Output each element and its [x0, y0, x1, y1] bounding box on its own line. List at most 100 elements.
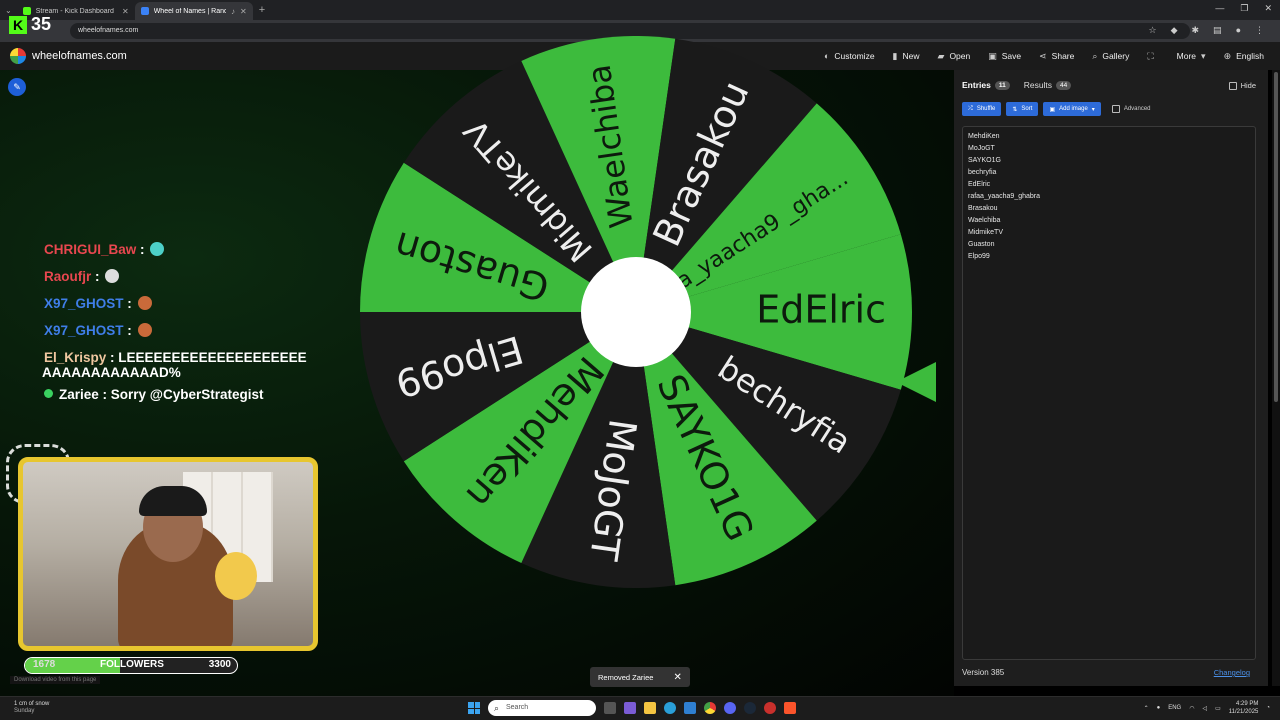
- mute-tab-icon[interactable]: ♪: [231, 7, 235, 16]
- chat-username[interactable]: Zariee: [59, 387, 99, 402]
- tab-search-icon[interactable]: ⌄: [0, 6, 17, 15]
- follower-current: 1678: [33, 659, 56, 670]
- minimize-icon[interactable]: —: [1215, 3, 1224, 14]
- kick-logo-icon: K: [9, 16, 27, 34]
- verified-check-icon: [44, 389, 53, 398]
- notification-bell-icon[interactable]: ◔: [1266, 705, 1270, 711]
- tab-title: Wheel of Names | Random: [153, 7, 226, 15]
- wheel-logo-icon[interactable]: [10, 48, 26, 64]
- file-explorer-icon[interactable]: [644, 702, 656, 714]
- menu-item-label: Save: [1001, 51, 1022, 61]
- advanced-label: Advanced: [1123, 106, 1151, 112]
- menu-item-save[interactable]: ▣ Save: [988, 51, 1021, 62]
- clock-date: 11/21/2025: [1228, 709, 1259, 715]
- tray-chevron-icon[interactable]: ⌃: [1144, 705, 1149, 712]
- lang-indicator[interactable]: ENG: [1168, 705, 1181, 711]
- volume-icon[interactable]: ◁: [1202, 705, 1207, 712]
- close-tab-icon[interactable]: ✕: [240, 7, 247, 16]
- tray-app-icon[interactable]: ●: [1157, 705, 1161, 711]
- steam-icon[interactable]: [744, 702, 756, 714]
- extensions-puzzle-icon[interactable]: ✱: [1192, 25, 1200, 36]
- entry-line[interactable]: Waelchiba: [968, 215, 1250, 227]
- save-icon: ▣: [988, 50, 997, 61]
- entry-line[interactable]: Elpo99: [968, 251, 1250, 263]
- scrollbar-thumb[interactable]: [1274, 72, 1278, 402]
- entry-line[interactable]: Guaston: [968, 239, 1250, 251]
- screen: ⌄ Stream - Kick Dashboard ✕ Wheel of Nam…: [0, 0, 1280, 720]
- chat-username[interactable]: El_Krispy: [44, 350, 106, 365]
- brave-icon[interactable]: [784, 702, 796, 714]
- close-window-icon[interactable]: ✕: [1264, 3, 1272, 14]
- window-controls: — ❐ ✕: [1215, 3, 1272, 14]
- chat-username[interactable]: Raoufjr: [44, 269, 91, 284]
- close-toast-icon[interactable]: ✕: [673, 672, 681, 683]
- sort-button[interactable]: ⇅ Sort: [1006, 102, 1039, 116]
- app-red-icon[interactable]: [764, 702, 776, 714]
- site-name[interactable]: wheelofnames.com: [32, 50, 127, 62]
- sidebar-icon[interactable]: ▤: [1213, 25, 1222, 36]
- globe-icon: ⊕: [1223, 50, 1232, 61]
- store-icon[interactable]: [684, 702, 696, 714]
- discord-icon[interactable]: [724, 702, 736, 714]
- new-tab-icon[interactable]: +: [259, 4, 265, 16]
- battery-icon[interactable]: ▭: [1215, 705, 1221, 712]
- follower-goal: 3300: [208, 659, 231, 670]
- entry-line[interactable]: Brasakou: [968, 203, 1250, 215]
- menu-item-gallery[interactable]: ⌕ Gallery: [1092, 51, 1129, 62]
- taskbar-apps: Search: [468, 700, 796, 716]
- start-windows-icon[interactable]: [468, 702, 480, 714]
- app-purple-icon[interactable]: [624, 702, 636, 714]
- edit-pencil-button[interactable]: ✎: [8, 78, 26, 96]
- page-scrollbar[interactable]: [1272, 70, 1280, 686]
- changelog-link[interactable]: Changelog: [1214, 668, 1250, 677]
- shuffle-button[interactable]: ⤮ Shuffle: [962, 102, 1002, 116]
- wheel-center-hub[interactable]: [581, 257, 691, 367]
- extension-icon[interactable]: ◆: [1171, 25, 1178, 36]
- tab-wheel-of-names[interactable]: Wheel of Names | Random ♪ ✕: [134, 2, 253, 20]
- maximize-icon[interactable]: ❐: [1240, 3, 1248, 14]
- task-view-icon[interactable]: [604, 702, 616, 714]
- system-tray: ⌃ ● ENG ◠ ◁ ▭ 4:29 PM 11/21/2025 ◔: [1144, 700, 1270, 716]
- tab-results[interactable]: Results 44: [1024, 80, 1072, 90]
- panel-tabs: Entries 11 Results 44: [962, 80, 1072, 90]
- entry-line[interactable]: EdElric: [968, 179, 1250, 191]
- menu-item-more[interactable]: More ▾: [1177, 51, 1206, 62]
- entry-line[interactable]: MehdiKen: [968, 131, 1250, 143]
- weather-widget[interactable]: 1 cm of snow Sunday: [14, 701, 49, 715]
- chat-username[interactable]: X97_GHOST: [44, 323, 124, 338]
- chrome-icon[interactable]: [704, 702, 716, 714]
- chat-text: Sorry @CyberStrategist: [110, 387, 264, 402]
- menu-item-open[interactable]: ▰ Open: [938, 51, 971, 62]
- bookmark-star-icon[interactable]: ☆: [1149, 25, 1157, 36]
- menu-item-english[interactable]: ⊕ English: [1224, 51, 1264, 62]
- profile-avatar-icon[interactable]: ●: [1236, 25, 1241, 36]
- entry-line[interactable]: MoJoGT: [968, 143, 1250, 155]
- browser-toolbar-icons: ☆ ◆ ✱ ▤ ● ⋮: [1149, 25, 1265, 36]
- browser-menu-icon[interactable]: ⋮: [1255, 25, 1264, 36]
- tab-entries[interactable]: Entries 11: [962, 80, 1010, 90]
- chat-message: X97_GHOST :: [44, 317, 344, 344]
- chat-username[interactable]: CHRIGUI_Baw: [44, 242, 136, 257]
- download-video-hint[interactable]: Download video from this page: [10, 676, 101, 684]
- menu-item-fullscreen[interactable]: ⛶: [1147, 51, 1158, 62]
- follower-label: FOLLOWERS: [100, 659, 164, 670]
- results-count-badge: 44: [1056, 80, 1072, 90]
- entry-line[interactable]: MidmikeTV: [968, 227, 1250, 239]
- version-label: Version 385: [962, 668, 1005, 677]
- advanced-checkbox[interactable]: Advanced: [1111, 105, 1151, 113]
- chat-emote-icon: [105, 269, 120, 283]
- wifi-icon[interactable]: ◠: [1189, 705, 1194, 712]
- edge-browser-icon[interactable]: [664, 702, 676, 714]
- entries-textarea[interactable]: MehdiKen MoJoGT SAYKO1G bechryfia EdElric raf…: [962, 126, 1256, 660]
- entry-line[interactable]: bechryfia: [968, 167, 1250, 179]
- hide-checkbox[interactable]: Hide: [1228, 81, 1256, 90]
- entry-line[interactable]: rafaa_yaacha9_ghabra: [968, 191, 1250, 203]
- name-wheel[interactable]: EdElricbechryfiaSAYKO1GMoJoGTMehdiKenElp…: [360, 36, 912, 588]
- close-tab-icon[interactable]: ✕: [122, 7, 129, 16]
- add-image-button[interactable]: ▣ Add image ▾: [1043, 102, 1101, 116]
- menu-item-share[interactable]: ⋖ Share: [1039, 51, 1074, 62]
- taskbar-search-input[interactable]: Search: [488, 700, 596, 716]
- entry-line[interactable]: SAYKO1G: [968, 155, 1250, 167]
- taskbar-clock[interactable]: 4:29 PM 11/21/2025: [1229, 700, 1259, 716]
- chat-username[interactable]: X97_GHOST: [44, 296, 124, 311]
